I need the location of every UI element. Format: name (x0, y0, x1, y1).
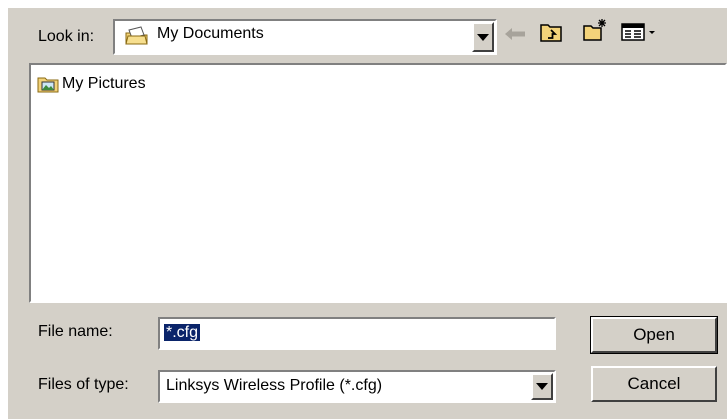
look-in-label: Look in: (38, 28, 95, 45)
files-of-type-combobox[interactable]: Linksys Wireless Profile (*.cfg) (158, 370, 556, 403)
view-menu-button[interactable] (618, 22, 662, 46)
look-in-dropdown-button[interactable] (472, 22, 494, 52)
open-button-label: Open (633, 325, 675, 344)
open-button[interactable]: Open (590, 316, 718, 354)
cancel-button[interactable]: Cancel (591, 366, 717, 402)
list-item[interactable]: My Pictures (37, 75, 146, 93)
file-name-input[interactable]: *.cfg (158, 317, 556, 350)
back-button[interactable] (503, 24, 527, 48)
files-of-type-label: Files of type: (38, 376, 129, 393)
file-name-label: File name: (38, 323, 113, 340)
files-of-type-value: Linksys Wireless Profile (*.cfg) (166, 377, 383, 394)
look-in-combobox[interactable]: My Documents (113, 19, 497, 55)
view-menu-icon (620, 22, 660, 47)
window-top-edge (0, 0, 727, 8)
up-one-level-icon (539, 21, 563, 48)
create-new-folder-button[interactable] (582, 18, 608, 47)
files-of-type-dropdown-button[interactable] (531, 373, 553, 400)
my-pictures-folder-icon (37, 75, 59, 93)
file-name-value: *.cfg (164, 324, 201, 341)
up-one-level-button[interactable] (539, 22, 563, 46)
new-folder-icon (582, 18, 608, 47)
window-left-edge (0, 0, 8, 419)
cancel-button-label: Cancel (627, 374, 681, 393)
chevron-down-icon (536, 383, 548, 390)
chevron-down-icon (477, 33, 489, 41)
back-arrow-icon (504, 27, 526, 46)
file-list-view[interactable]: My Pictures (29, 63, 727, 303)
list-item-label: My Pictures (62, 75, 146, 92)
my-documents-folder-icon (125, 26, 149, 46)
look-in-value: My Documents (157, 25, 264, 42)
